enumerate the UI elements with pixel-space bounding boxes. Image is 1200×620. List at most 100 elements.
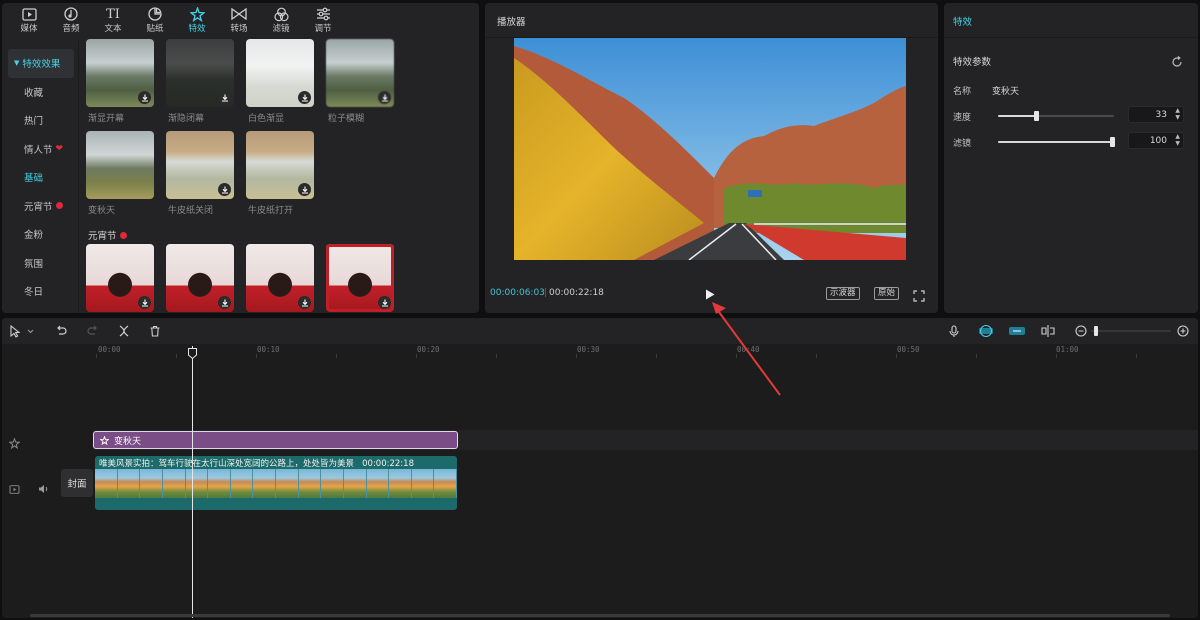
effects-icon xyxy=(189,6,205,22)
materials-panel: 媒体 音频 TI 文本 贴纸 特效 转场 滤镜 调节 ▼ 特效效果 收藏 热门 … xyxy=(2,3,479,313)
mute-track-button[interactable] xyxy=(38,479,49,498)
video-frame-image xyxy=(514,38,906,260)
tick-label: 00:00 xyxy=(98,345,121,354)
tab-effects[interactable]: 特效 xyxy=(176,3,218,37)
effect-card[interactable] xyxy=(86,244,154,312)
playhead-line xyxy=(192,346,193,618)
filter-slider[interactable] xyxy=(998,137,1115,147)
video-preview[interactable] xyxy=(514,38,906,260)
record-audio-button[interactable] xyxy=(947,324,961,338)
tab-audio[interactable]: 音频 xyxy=(50,3,92,37)
effect-card[interactable] xyxy=(326,244,394,312)
tick-mark xyxy=(656,354,657,358)
effect-card[interactable]: 渐显开幕 xyxy=(86,39,154,124)
filter-input[interactable]: 100 ▲ ▼ xyxy=(1128,132,1184,149)
effect-card[interactable]: 牛皮纸打开 xyxy=(246,131,314,216)
effect-card[interactable] xyxy=(166,244,234,312)
video-clip[interactable]: 唯美风景实拍：驾车行驶在太行山深处宽阔的公路上，处处皆为美景 00:00:22:… xyxy=(95,456,457,510)
magnet-snap-button[interactable] xyxy=(978,324,994,338)
effect-label: 渐显开幕 xyxy=(88,114,125,124)
tick-label: 00:10 xyxy=(257,345,280,354)
reset-button[interactable] xyxy=(1171,53,1183,67)
category-hot[interactable]: 热门 xyxy=(8,106,74,135)
effect-card[interactable]: 渐隐闭幕 xyxy=(166,39,234,124)
speed-input[interactable]: 33 ▲ ▼ xyxy=(1128,106,1184,123)
effect-panel-divider xyxy=(944,37,1198,38)
timeline-scrollbar[interactable] xyxy=(30,614,1170,617)
download-icon[interactable] xyxy=(218,183,231,196)
preview-axis-button[interactable] xyxy=(1040,324,1056,338)
effect-card[interactable]: 粒子模糊 xyxy=(326,39,394,124)
effect-clip-label: 变秋天 xyxy=(114,436,142,447)
undo-button[interactable] xyxy=(54,324,68,338)
tick-label: 00:40 xyxy=(737,345,760,354)
redo-button[interactable] xyxy=(86,324,100,338)
download-icon[interactable] xyxy=(298,91,311,104)
cover-button[interactable]: 封面 xyxy=(61,469,93,497)
download-icon[interactable] xyxy=(218,91,231,104)
effect-properties-panel: 特效 特效参数 名称 变秋天 速度 33 ▲ ▼ 滤镜 100 ▲ ▼ xyxy=(944,3,1198,313)
tab-adjust[interactable]: 调节 xyxy=(302,3,344,37)
effect-card[interactable]: 变秋天 xyxy=(86,131,154,216)
tab-media[interactable]: 媒体 xyxy=(8,3,50,37)
tab-transition[interactable]: 转场 xyxy=(218,3,260,37)
zoom-in-button[interactable] xyxy=(1176,324,1190,338)
download-icon[interactable] xyxy=(378,296,391,309)
download-icon[interactable] xyxy=(218,296,231,309)
effect-clip-star-icon xyxy=(100,435,109,445)
filter-slider-knob[interactable] xyxy=(1110,137,1115,147)
original-ratio-button[interactable]: 原始 xyxy=(874,287,900,300)
zoom-slider[interactable] xyxy=(1091,324,1171,338)
download-icon[interactable] xyxy=(298,183,311,196)
effect-thumbnail xyxy=(86,244,154,312)
category-winter[interactable]: 冬日 xyxy=(8,277,74,306)
tab-transition-label: 转场 xyxy=(230,24,248,34)
split-button[interactable] xyxy=(117,324,131,338)
oscilloscope-button[interactable]: 示波器 xyxy=(826,287,860,300)
effect-thumbnail xyxy=(326,39,394,107)
playhead-handle[interactable] xyxy=(188,344,197,360)
tab-sticker[interactable]: 贴纸 xyxy=(134,3,176,37)
effect-thumbnail xyxy=(246,131,314,199)
category-favorites[interactable]: 收藏 xyxy=(8,78,74,107)
zoom-out-icon xyxy=(1075,325,1087,337)
category-basic[interactable]: 基础 xyxy=(8,163,74,192)
video-track-icon xyxy=(9,479,20,498)
effect-card[interactable]: 白色渐显 xyxy=(246,39,314,124)
reset-icon xyxy=(1172,56,1182,67)
select-tool-button[interactable] xyxy=(8,324,38,338)
category-gold[interactable]: 金粉 xyxy=(8,220,74,249)
effect-card[interactable]: 牛皮纸关闭 xyxy=(166,131,234,216)
category-atmosphere[interactable]: 氛围 xyxy=(8,249,74,278)
spinner-icon[interactable]: ▲ ▼ xyxy=(1175,133,1180,147)
category-valentine[interactable]: 情人节 ❤ xyxy=(8,135,74,164)
speed-slider-knob[interactable] xyxy=(1034,111,1040,121)
effect-thumbnail xyxy=(166,244,234,312)
category-lantern[interactable]: 元宵节 xyxy=(8,192,74,221)
download-icon[interactable] xyxy=(298,296,311,309)
lantern-dot-icon xyxy=(55,202,63,210)
audio-icon xyxy=(64,6,78,22)
category-effects[interactable]: ▼ 特效效果 xyxy=(8,49,74,78)
category-label: 元宵节 xyxy=(24,201,53,213)
delete-button[interactable] xyxy=(148,324,162,338)
time-ruler[interactable]: 00:00 00:10 00:20 00:30 00:40 00:50 01:0… xyxy=(2,344,1198,360)
download-icon[interactable] xyxy=(378,91,391,104)
effect-card[interactable] xyxy=(246,244,314,312)
caret-down-icon: ▼ xyxy=(14,59,20,68)
player-panel: 播放器 00:00:06:03 | 00:00:22:18 示波器 原始 xyxy=(485,3,938,313)
speed-slider[interactable] xyxy=(998,111,1114,121)
download-icon[interactable] xyxy=(138,91,151,104)
tab-text[interactable]: TI 文本 xyxy=(92,3,134,37)
timeline-toolbar xyxy=(2,318,1198,344)
play-button[interactable] xyxy=(703,287,717,301)
fullscreen-button[interactable] xyxy=(913,287,925,302)
download-icon[interactable] xyxy=(138,296,151,309)
tab-filter[interactable]: 滤镜 xyxy=(260,3,302,37)
tick-mark xyxy=(1136,354,1137,358)
effect-clip[interactable]: 变秋天 xyxy=(93,431,458,449)
text-icon: TI xyxy=(106,6,120,22)
auto-link-button[interactable] xyxy=(1008,324,1026,338)
zoom-out-button[interactable] xyxy=(1074,324,1088,338)
spinner-icon[interactable]: ▲ ▼ xyxy=(1175,107,1180,121)
